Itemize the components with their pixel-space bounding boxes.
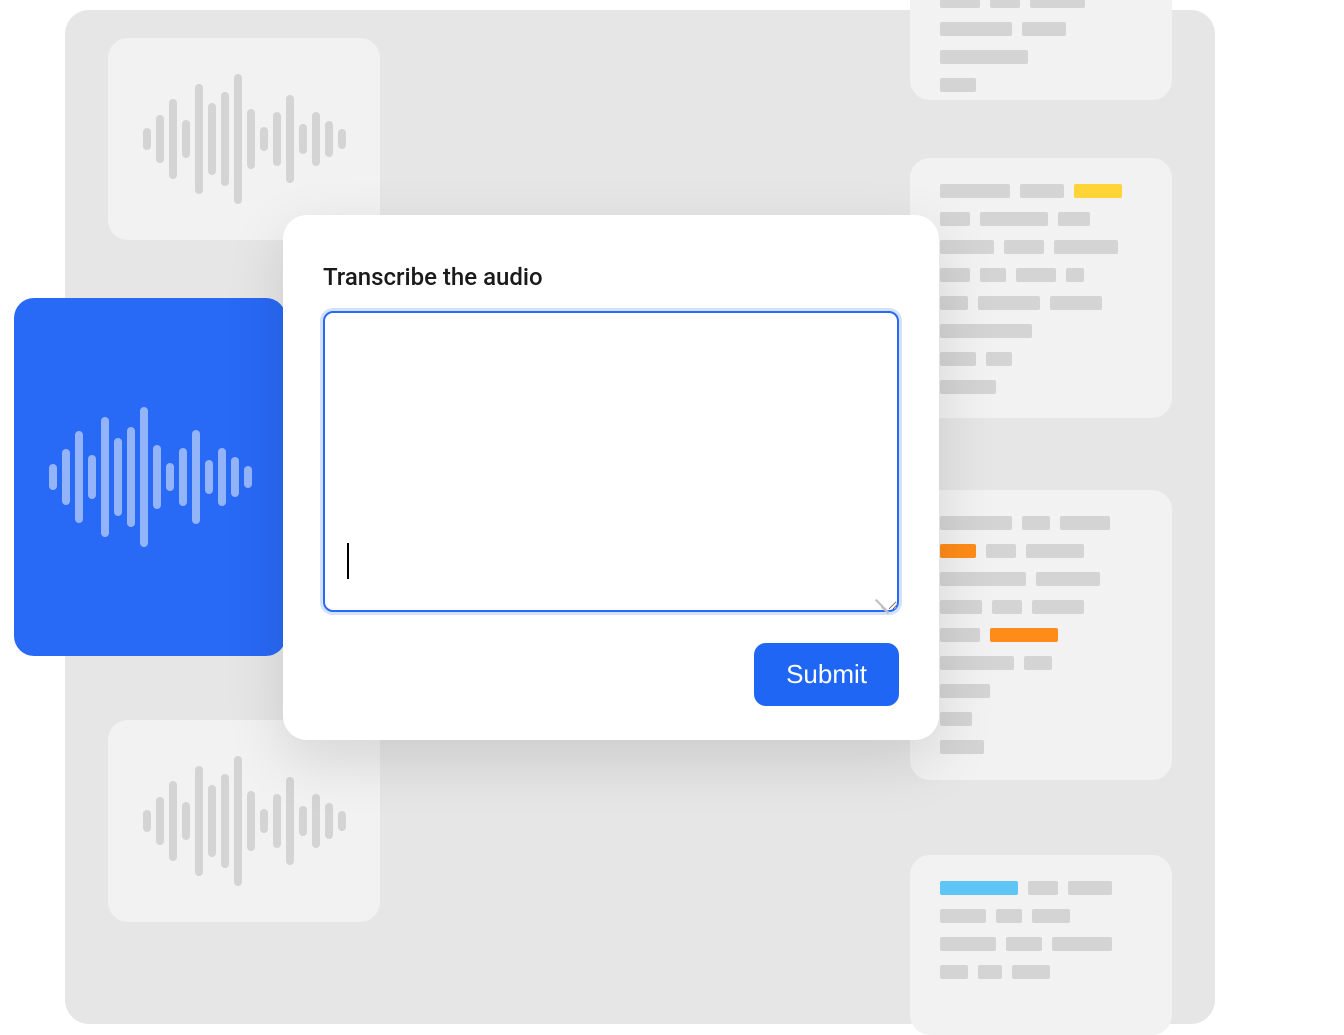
transcript-preview-card	[910, 158, 1172, 418]
audio-clip-card	[108, 720, 380, 922]
transcribe-label: Transcribe the audio	[323, 263, 899, 291]
transcribe-modal: Transcribe the audio Submit	[283, 215, 939, 740]
waveform-icon	[49, 407, 252, 547]
audio-clip-card	[108, 38, 380, 240]
submit-button[interactable]: Submit	[754, 643, 899, 706]
transcribe-textarea[interactable]	[323, 311, 899, 612]
transcript-preview-card	[910, 0, 1172, 100]
waveform-icon	[143, 74, 346, 204]
transcript-preview-card	[910, 490, 1172, 780]
text-cursor-icon	[347, 543, 349, 579]
transcript-preview-card	[910, 855, 1172, 1035]
audio-clip-card-active	[14, 298, 286, 656]
waveform-icon	[143, 756, 346, 886]
